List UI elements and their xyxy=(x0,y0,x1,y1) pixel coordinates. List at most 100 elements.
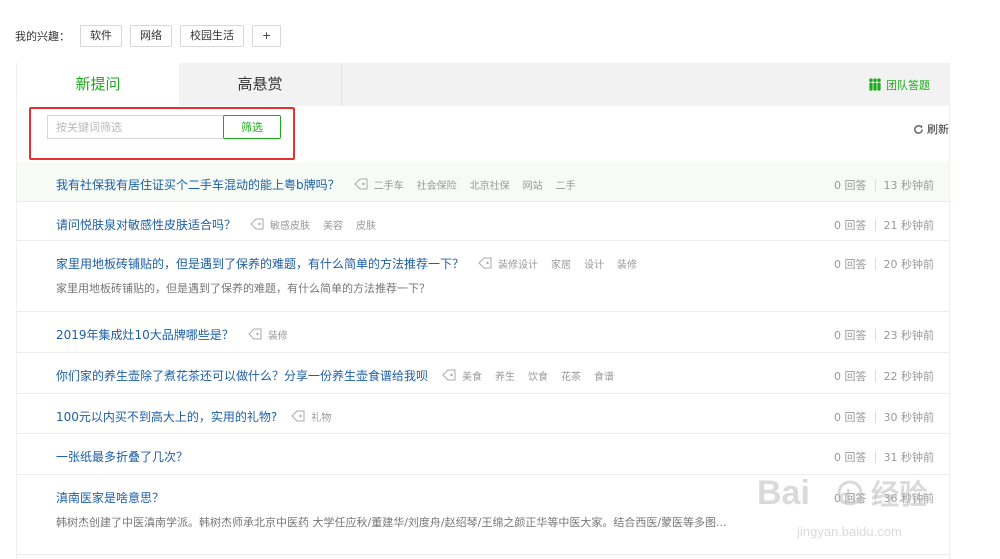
question-time: 30 秒钟前 xyxy=(883,411,935,424)
keyword-filter-input[interactable] xyxy=(47,115,225,139)
question-title-link[interactable]: 家里用地板砖铺贴的，但是遇到了保养的难题，有什么简单的方法推荐一下？ xyxy=(56,255,464,272)
question-tag[interactable]: 装修 xyxy=(268,327,288,342)
filter-row: 筛选 刷新 xyxy=(17,106,949,162)
question-time: 21 秒钟前 xyxy=(883,219,935,232)
question-time: 22 秒钟前 xyxy=(883,370,935,383)
tag-icon xyxy=(291,410,305,422)
team-answer-label: 团队答题 xyxy=(886,78,930,92)
question-tag[interactable]: 饮食 xyxy=(528,368,548,383)
question-tag[interactable]: 美容 xyxy=(323,217,343,232)
question-tag[interactable]: 装修设计 xyxy=(498,256,538,271)
interest-label: 我的兴趣： xyxy=(15,30,70,43)
question-line: 我有社保我有居住证买个二手车混动的能上粤b牌吗？ 二手车 社会保险 北京社保 网站 二手 xyxy=(56,174,949,194)
answer-count: 0 回答 xyxy=(834,329,867,342)
question-tag[interactable]: 花茶 xyxy=(561,368,581,383)
question-row: 请问悦肤泉对敏感性皮肤适合吗？ 敏感皮肤 美容 皮肤 0 回答 21 秒钟前 xyxy=(17,202,949,241)
question-tag[interactable]: 社会保险 xyxy=(417,177,457,192)
interest-tag-software[interactable]: 软件 xyxy=(80,25,122,47)
answer-count: 0 回答 xyxy=(834,370,867,383)
question-meta: 0 回答 21 秒钟前 xyxy=(834,217,934,233)
question-time: 20 秒钟前 xyxy=(883,258,935,271)
question-time: 31 秒钟前 xyxy=(883,451,935,464)
refresh-label: 刷新 xyxy=(927,123,949,136)
interest-tag-campus[interactable]: 校园生活 xyxy=(180,25,244,47)
add-interest-button[interactable]: + xyxy=(252,25,282,47)
question-row: 你们家的养生壶除了煮花茶还可以做什么？分享一份养生壶食谱给我呗 美食 养生 饮食 花茶食… xyxy=(17,353,949,394)
question-meta: 0 回答 22 秒钟前 xyxy=(834,368,934,384)
refresh-button[interactable]: 刷新 xyxy=(913,121,949,137)
answer-count: 0 回答 xyxy=(834,219,867,232)
question-meta: 0 回答 36 秒钟前 xyxy=(834,490,934,506)
question-time: 36 秒钟前 xyxy=(883,492,935,505)
question-tag[interactable]: 北京社保 xyxy=(470,177,510,192)
question-title-link[interactable]: 请问悦肤泉对敏感性皮肤适合吗？ xyxy=(56,216,236,233)
meta-divider xyxy=(874,258,876,270)
question-time: 13 秒钟前 xyxy=(883,179,935,192)
meta-divider xyxy=(874,370,876,382)
team-icon xyxy=(869,78,881,91)
refresh-icon xyxy=(914,124,923,134)
question-row: 2019年集成灶10大品牌哪些是？ 装修 0 回答 23 秒钟前 xyxy=(17,312,949,353)
question-meta: 0 回答 23 秒钟前 xyxy=(834,327,934,343)
question-time: 23 秒钟前 xyxy=(883,329,935,342)
question-tag[interactable]: 设计 xyxy=(584,256,604,271)
question-line: 你们家的养生壶除了煮花茶还可以做什么？分享一份养生壶食谱给我呗 美食 养生 饮食 花茶食… xyxy=(56,365,949,385)
answer-count: 0 回答 xyxy=(834,258,867,271)
question-title-link[interactable]: 2019年集成灶10大品牌哪些是？ xyxy=(56,326,234,343)
question-tag[interactable]: 敏感皮肤 xyxy=(270,217,310,232)
question-row: 我有社保我有居住证买个二手车混动的能上粤b牌吗？ 二手车 社会保险 北京社保 网站 二手 0… xyxy=(17,162,949,202)
question-panel: 新提问 高悬赏 团队答题 筛选 刷新 我有社保我有居住证买个二手车混动的能 xyxy=(16,63,950,559)
question-description: 家里用地板砖铺贴的，但是遇到了保养的难题，有什么简单的方法推荐一下？ xyxy=(56,282,430,295)
question-line: 100元以内买不到高大上的，实用的礼物? 礼物 xyxy=(56,406,949,426)
question-line: 2019年集成灶10大品牌哪些是？ 装修 xyxy=(56,324,949,344)
meta-divider xyxy=(874,411,876,423)
tab-new-questions[interactable]: 新提问 xyxy=(17,63,179,106)
question-tag[interactable]: 礼物 xyxy=(311,409,331,424)
question-title-link[interactable]: 你们家的养生壶除了煮花茶还可以做什么？分享一份养生壶食谱给我呗 xyxy=(56,367,428,384)
question-tag[interactable]: 装修 xyxy=(617,256,637,271)
question-meta: 0 回答 13 秒钟前 xyxy=(834,177,934,193)
question-tag[interactable]: 养生 xyxy=(495,368,515,383)
tag-icon xyxy=(478,257,492,269)
answer-count: 0 回答 xyxy=(834,411,867,424)
question-description: 韩树杰创建了中医滇南学派。韩树杰师承北京中医药 大学任应秋/董建华/刘度舟/赵绍… xyxy=(56,516,727,529)
meta-divider xyxy=(874,492,876,504)
question-title-link[interactable]: 滇南医家是啥意思？ xyxy=(56,489,164,506)
question-row: 家里用地板砖铺贴的，但是遇到了保养的难题，有什么简单的方法推荐一下？ 装修设计 家居… xyxy=(17,241,949,312)
meta-divider xyxy=(874,219,876,231)
tag-icon xyxy=(353,178,368,190)
question-tag[interactable]: 美食 xyxy=(462,368,482,383)
question-line: 家里用地板砖铺贴的，但是遇到了保养的难题，有什么简单的方法推荐一下？ 装修设计 家居… xyxy=(56,253,949,273)
question-meta: 0 回答 30 秒钟前 xyxy=(834,409,934,425)
team-answer-link[interactable]: 团队答题 xyxy=(849,63,949,106)
tag-icon xyxy=(442,369,456,381)
tag-icon xyxy=(248,328,262,340)
answer-count: 0 回答 xyxy=(834,451,867,464)
tab-high-reward[interactable]: 高悬赏 xyxy=(179,63,342,106)
answer-count: 0 回答 xyxy=(834,492,867,505)
question-meta: 0 回答 31 秒钟前 xyxy=(834,449,934,465)
meta-divider xyxy=(874,451,876,463)
question-title-link[interactable]: 100元以内买不到高大上的，实用的礼物? xyxy=(56,408,277,425)
meta-divider xyxy=(874,179,876,191)
tab-bar: 新提问 高悬赏 团队答题 xyxy=(17,63,949,106)
question-title-link[interactable]: 一张纸最多折叠了几次？ xyxy=(56,448,188,465)
meta-divider xyxy=(874,329,876,341)
question-meta: 0 回答 20 秒钟前 xyxy=(834,256,934,272)
question-row: 一张纸最多折叠了几次？ 0 回答 31 秒钟前 xyxy=(17,434,949,475)
filter-button[interactable]: 筛选 xyxy=(223,115,281,139)
question-row: 100元以内买不到高大上的，实用的礼物? 礼物 0 回答 30 秒钟前 xyxy=(17,394,949,434)
question-line: 滇南医家是啥意思？ xyxy=(56,487,949,507)
question-tag[interactable]: 家居 xyxy=(551,256,571,271)
question-tag[interactable]: 网站 xyxy=(523,177,543,192)
question-tag[interactable]: 二手车 xyxy=(374,177,404,192)
question-tag[interactable]: 食谱 xyxy=(594,368,614,383)
interest-tag-network[interactable]: 网络 xyxy=(130,25,172,47)
question-row: 滇南医家是啥意思？ 韩树杰创建了中医滇南学派。韩树杰师承北京中医药 大学任应秋/董… xyxy=(17,475,949,555)
question-tag[interactable]: 二手 xyxy=(556,177,576,192)
question-line: 一张纸最多折叠了几次？ xyxy=(56,446,949,466)
interest-bar: 我的兴趣： 软件 网络 校园生活 + xyxy=(15,25,289,47)
question-title-link[interactable]: 我有社保我有居住证买个二手车混动的能上粤b牌吗？ xyxy=(56,176,340,193)
question-tag[interactable]: 皮肤 xyxy=(356,217,376,232)
question-line: 请问悦肤泉对敏感性皮肤适合吗？ 敏感皮肤 美容 皮肤 xyxy=(56,214,949,234)
